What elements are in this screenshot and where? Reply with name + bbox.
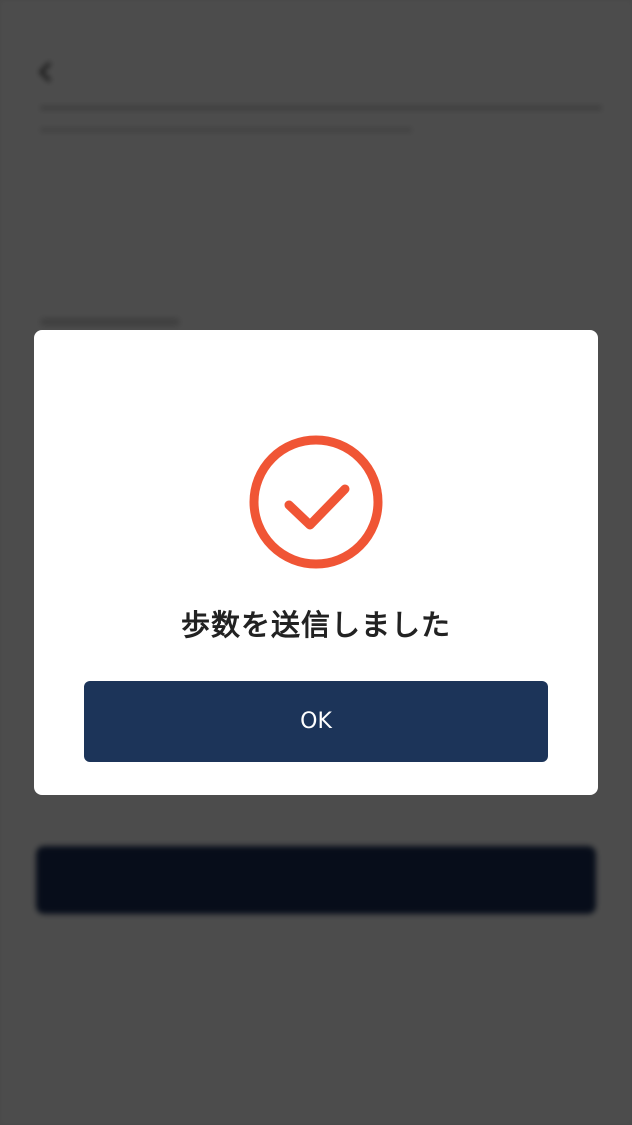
dialog-message: 歩数を送信しました [180, 608, 451, 642]
success-dialog: 歩数を送信しました OK [34, 330, 598, 795]
check-circle-icon [248, 434, 384, 570]
ok-button[interactable]: OK [84, 681, 548, 762]
